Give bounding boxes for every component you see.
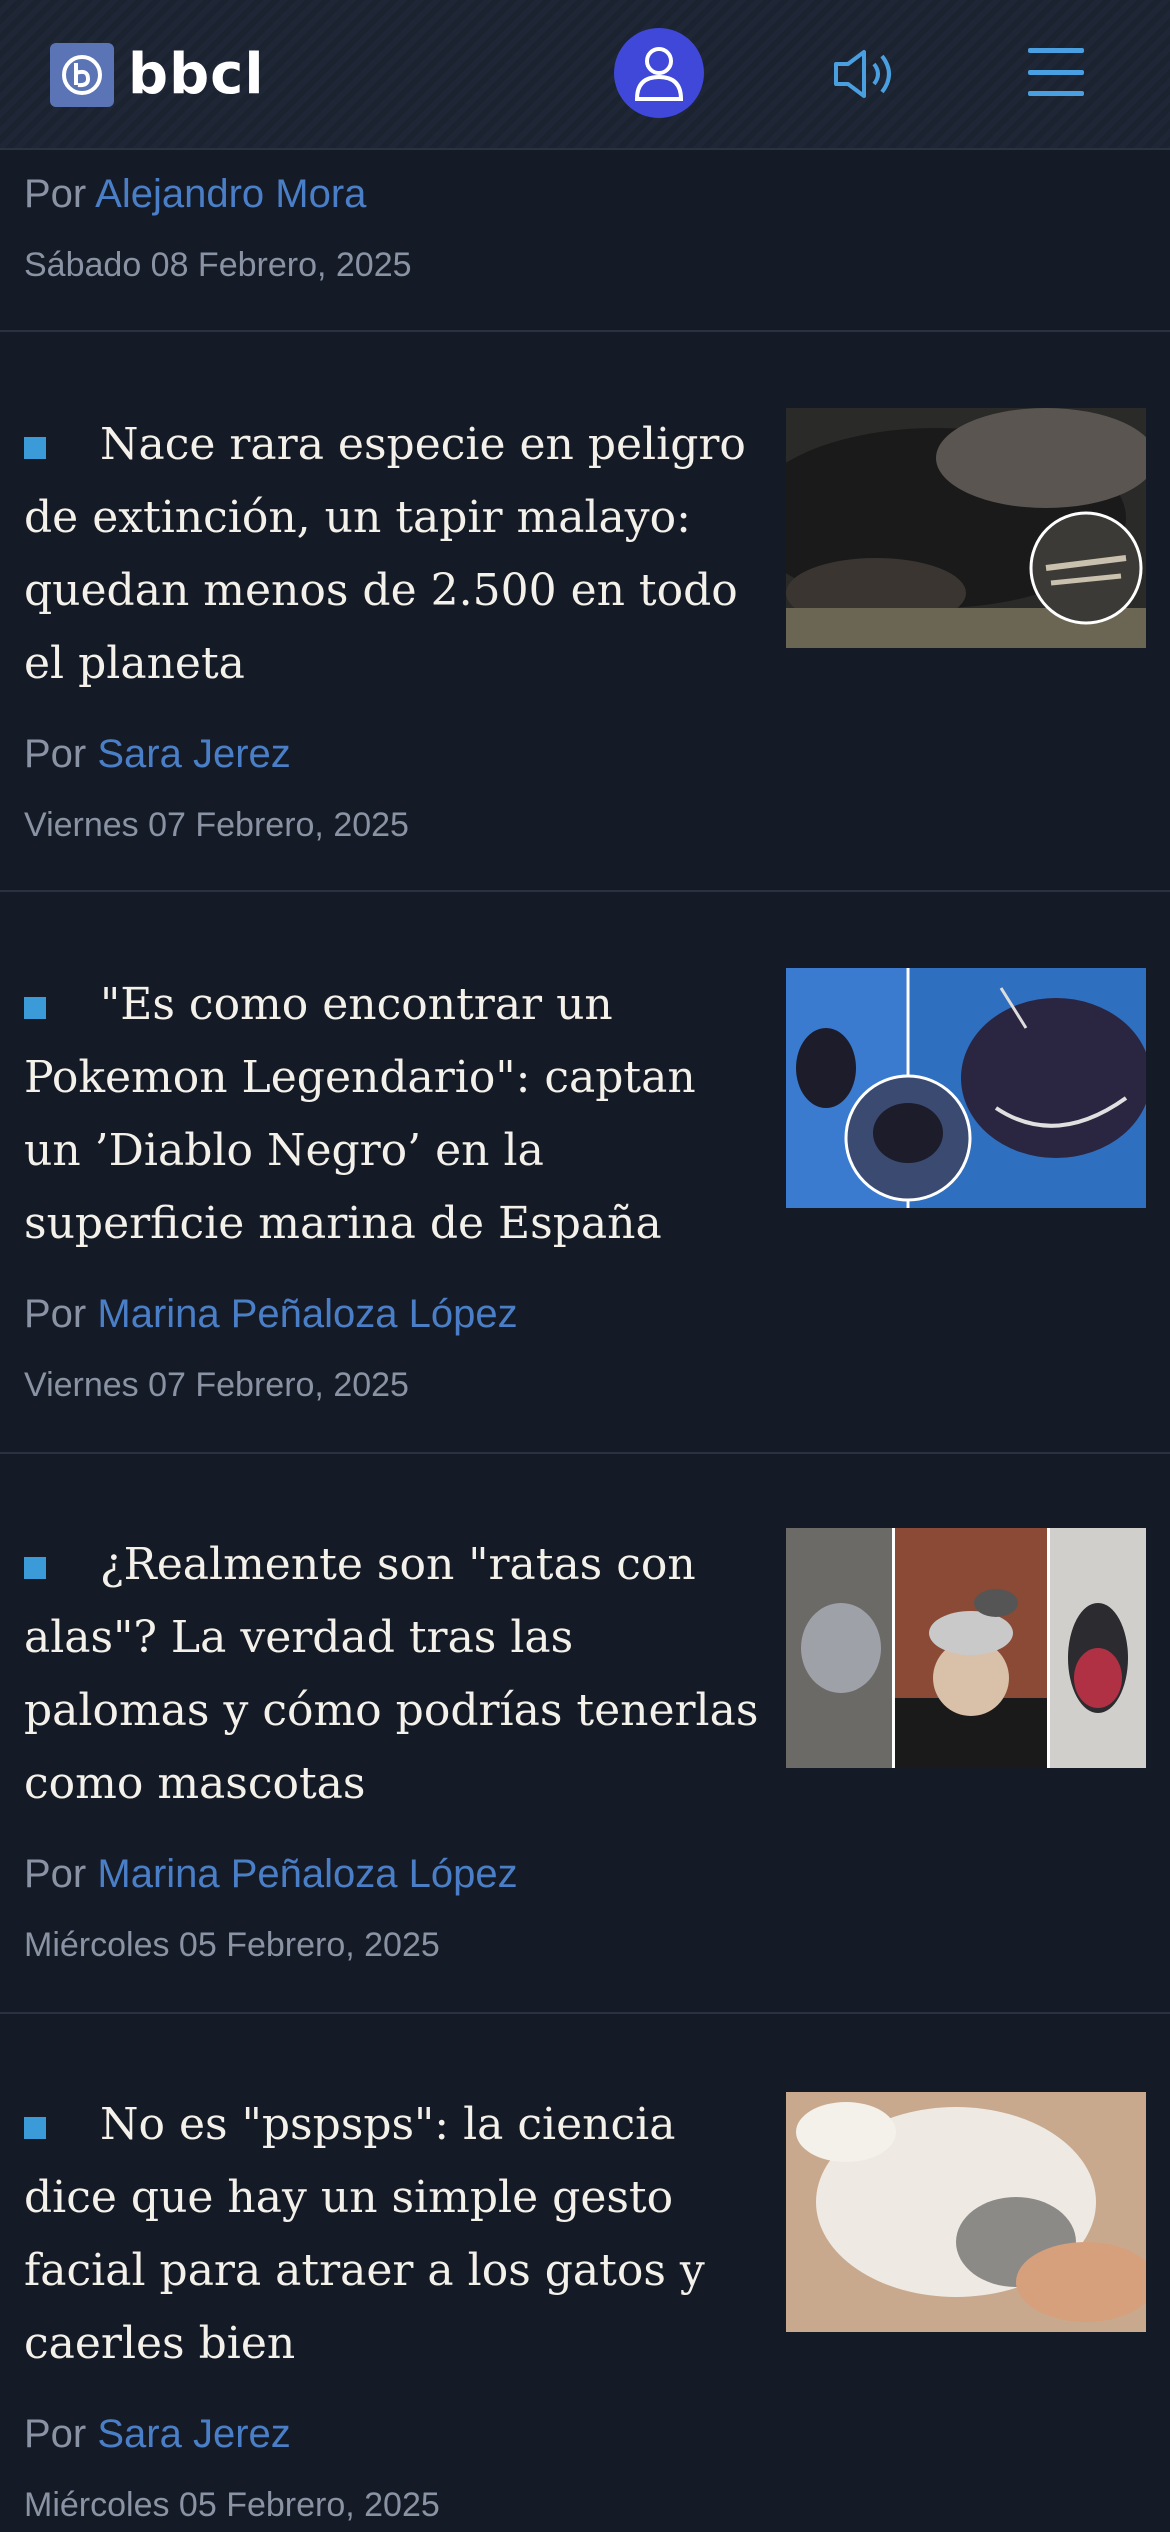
article-byline: Por Marina Peñaloza López xyxy=(24,1292,518,1337)
bullet-icon xyxy=(24,2116,46,2139)
hamburger-menu-button[interactable] xyxy=(1028,48,1084,96)
bullet-icon xyxy=(24,1556,46,1579)
logo-text: bbcl xyxy=(128,42,265,107)
article-date: Viernes 07 Febrero, 2025 xyxy=(24,1366,409,1404)
divider xyxy=(0,890,1170,892)
article-date: Viernes 07 Febrero, 2025 xyxy=(24,806,409,844)
anglerfish-image xyxy=(786,968,1146,1208)
article-byline: Por Sara Jerez xyxy=(24,2412,291,2457)
menu-line xyxy=(1028,91,1084,96)
article-headline[interactable]: ¿Realmente son "ratas con alas"? La verd… xyxy=(24,1528,764,1820)
author-link[interactable]: Sara Jerez xyxy=(97,2412,290,2456)
byline-prefix: Por xyxy=(24,172,87,216)
article-byline: Por Marina Peñaloza López xyxy=(24,1852,518,1897)
article-date: Miércoles 05 Febrero, 2025 xyxy=(24,2486,440,2524)
article-thumbnail[interactable] xyxy=(786,968,1146,1208)
top-item-byline: Por Alejandro Mora xyxy=(24,172,366,217)
user-account-button[interactable] xyxy=(614,28,704,118)
article-headline[interactable]: "Es como encontrar un Pokemon Legendario… xyxy=(24,968,764,1260)
headline-text: ¿Realmente son "ratas con alas"? La verd… xyxy=(24,1539,759,1809)
divider xyxy=(0,1452,1170,1454)
article-headline[interactable]: Nace rara especie en peligro de extinció… xyxy=(24,408,764,700)
pigeons-image xyxy=(786,1528,1146,1768)
top-item-date: Sábado 08 Febrero, 2025 xyxy=(24,246,412,284)
article-headline[interactable]: No es "pspsps": la ciencia dice que hay … xyxy=(24,2088,764,2380)
cat-image xyxy=(786,2092,1146,2332)
article-thumbnail[interactable] xyxy=(786,2092,1146,2332)
menu-line xyxy=(1028,48,1084,53)
divider xyxy=(0,2012,1170,2014)
byline-prefix: Por xyxy=(24,1852,87,1896)
author-link[interactable]: Marina Peñaloza López xyxy=(97,1292,517,1336)
logo-badge-icon xyxy=(50,42,114,107)
user-icon xyxy=(634,47,684,101)
headline-text: No es "pspsps": la ciencia dice que hay … xyxy=(24,2099,705,2369)
author-link[interactable]: Sara Jerez xyxy=(97,732,290,776)
article-date: Miércoles 05 Febrero, 2025 xyxy=(24,1926,440,1964)
speaker-icon xyxy=(834,50,891,98)
site-logo[interactable]: bbcl xyxy=(50,42,265,107)
divider xyxy=(0,330,1170,332)
bullet-icon xyxy=(24,996,46,1019)
byline-prefix: Por xyxy=(24,1292,87,1336)
headline-text: Nace rara especie en peligro de extinció… xyxy=(24,419,746,689)
bullet-icon xyxy=(24,436,46,459)
headline-text: "Es como encontrar un Pokemon Legendario… xyxy=(24,979,696,1249)
byline-prefix: Por xyxy=(24,732,87,776)
article-byline: Por Sara Jerez xyxy=(24,732,291,777)
author-link[interactable]: Alejandro Mora xyxy=(95,172,366,216)
audio-button[interactable] xyxy=(830,46,902,102)
article-thumbnail[interactable] xyxy=(786,1528,1146,1768)
top-bar: bbcl xyxy=(0,0,1170,150)
tapir-image xyxy=(786,408,1146,648)
byline-prefix: Por xyxy=(24,2412,87,2456)
article-thumbnail[interactable] xyxy=(786,408,1146,648)
author-link[interactable]: Marina Peñaloza López xyxy=(97,1852,517,1896)
menu-line xyxy=(1028,69,1084,75)
